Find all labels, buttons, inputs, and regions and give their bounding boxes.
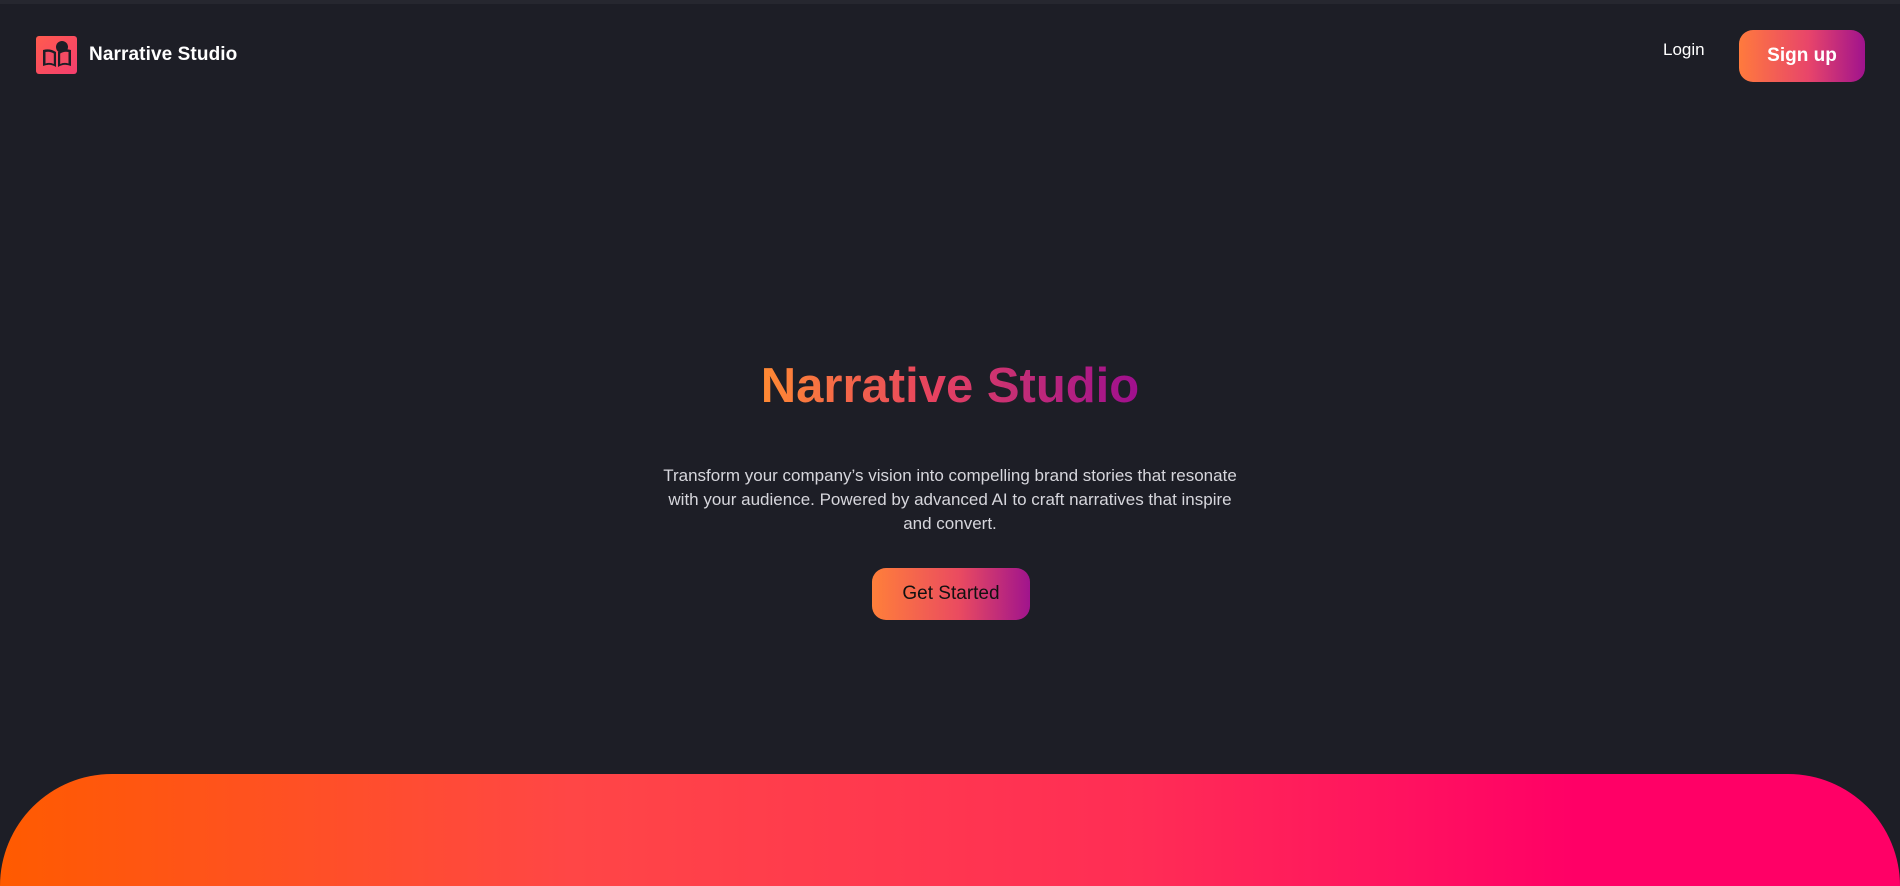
brand-link[interactable]: Narrative Studio (36, 36, 237, 74)
signup-button[interactable]: Sign up (1739, 30, 1865, 82)
top-border (0, 0, 1900, 4)
hero-title: Narrative Studio (0, 352, 1900, 420)
hero-title-text: Narrative Studio (760, 359, 1140, 413)
book-reader-icon (36, 36, 77, 74)
hero-subtitle: Transform your company’s vision into com… (663, 466, 1237, 533)
bottom-gradient-band (0, 774, 1900, 886)
get-started-button[interactable]: Get Started (872, 568, 1030, 620)
landing-page: Narrative Studio Login Sign up Narrative… (0, 0, 1900, 886)
brand-name: Narrative Studio (89, 44, 238, 65)
login-link[interactable]: Login (1663, 40, 1705, 60)
